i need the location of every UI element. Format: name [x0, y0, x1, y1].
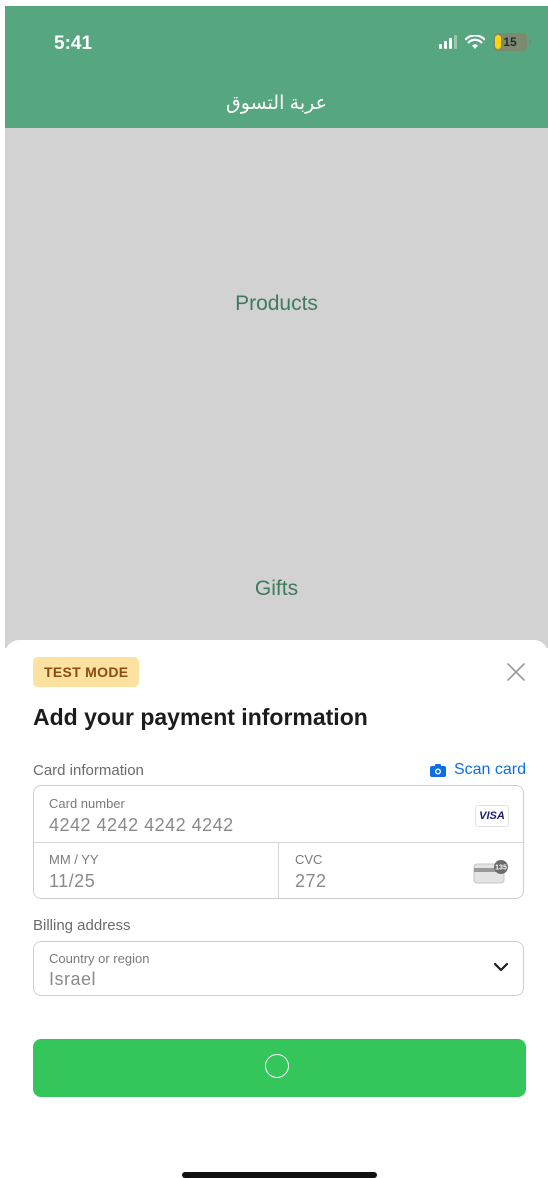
- app-header: 5:41 15 عربة التسوق: [5, 6, 548, 128]
- chevron-down-icon: [493, 962, 509, 972]
- loading-spinner: [265, 1054, 289, 1078]
- category-gifts[interactable]: Gifts: [5, 577, 548, 601]
- card-info-form: Card number 4242 4242 4242 4242 VISA MM …: [33, 785, 524, 899]
- category-products[interactable]: Products: [5, 292, 548, 316]
- test-mode-badge: TEST MODE: [33, 657, 140, 687]
- camera-icon: [429, 763, 446, 777]
- sheet-title: Add your payment information: [33, 704, 368, 730]
- expiry-value: 11/25: [49, 871, 96, 891]
- cvc-icon-number: 135: [495, 865, 507, 872]
- country-select[interactable]: Country or region Israel: [33, 941, 524, 996]
- payment-sheet: TEST MODE Add your payment information C…: [5, 640, 548, 1178]
- pay-button[interactable]: [33, 1039, 526, 1097]
- cvc-card-icon: 135: [473, 860, 508, 884]
- scan-card-label: Scan card: [453, 761, 526, 778]
- country-value: Israel: [49, 969, 97, 989]
- cvc-label: CVC: [295, 852, 323, 867]
- cvc-value: 272: [295, 871, 327, 891]
- scan-card-button[interactable]: Scan card: [429, 761, 526, 779]
- billing-address-label: Billing address: [33, 917, 131, 934]
- country-label: Country or region: [49, 951, 150, 966]
- battery-level: 15: [503, 35, 517, 49]
- card-number-value: 4242 4242 4242 4242: [49, 815, 234, 835]
- home-indicator[interactable]: [182, 1172, 377, 1178]
- battery-icon: 15: [493, 33, 531, 51]
- signal-icon: [439, 35, 457, 49]
- card-info-label: Card information: [33, 762, 144, 779]
- status-icons: 15: [439, 33, 531, 51]
- category-list: Products Gifts: [5, 128, 548, 648]
- expiry-label: MM / YY: [49, 852, 99, 867]
- wifi-icon: [465, 34, 485, 49]
- close-icon[interactable]: [506, 662, 526, 682]
- divider: [278, 842, 279, 898]
- visa-icon: VISA: [475, 805, 509, 827]
- card-number-label: Card number: [49, 796, 125, 811]
- status-time: 5:41: [54, 33, 93, 54]
- page-title: عربة التسوق: [226, 93, 327, 114]
